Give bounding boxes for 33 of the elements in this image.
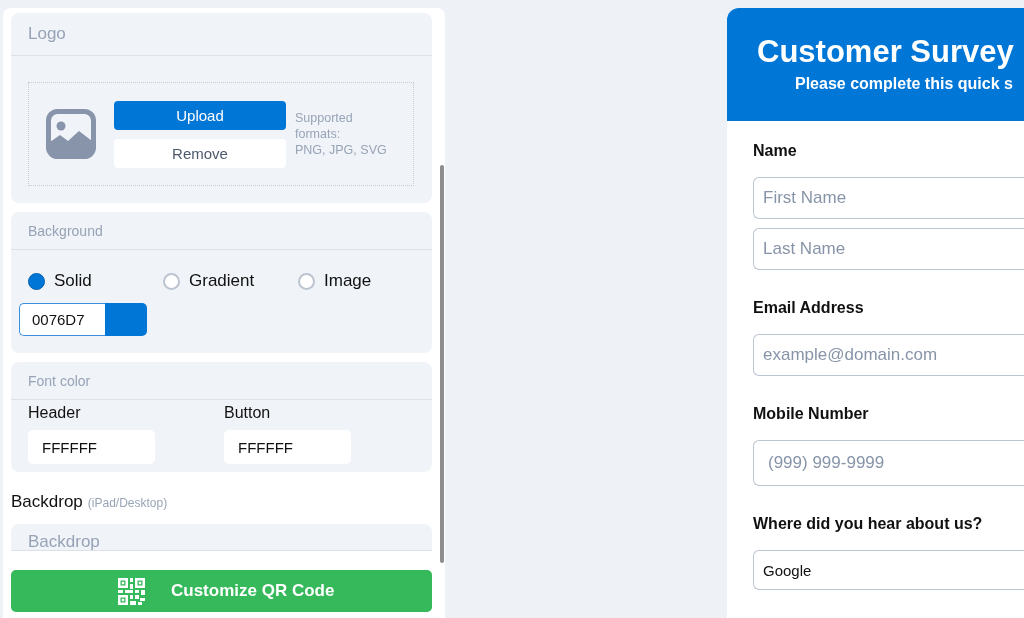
text-input[interactable]: First Name: [753, 177, 1024, 219]
section-title: Logo: [28, 24, 66, 44]
survey-subtitle: Please complete this quick s: [795, 74, 1014, 94]
section-title: Backdrop: [28, 533, 100, 550]
field-label: Button: [224, 404, 271, 422]
field-label: Email Address: [753, 298, 865, 318]
color-swatch-icon[interactable]: [105, 303, 147, 336]
hex-input[interactable]: FFFFFF: [28, 430, 155, 464]
qr-code-icon: [118, 577, 145, 605]
field-label: Header: [28, 404, 81, 422]
upload-area[interactable]: Upload Remove Supported formats: PNG, JPG, SVG: [28, 82, 414, 186]
image-icon: [46, 109, 96, 159]
radio-option[interactable]: Solid: [28, 271, 92, 291]
field-label: Mobile Number: [753, 404, 870, 424]
text-input[interactable]: Last Name: [753, 228, 1024, 270]
hex-input[interactable]: FFFFFF: [224, 430, 351, 464]
section-title: Font color: [28, 371, 91, 390]
survey-title: Customer Survey: [757, 34, 1015, 70]
heading-note: (iPad/Desktop): [87, 496, 168, 510]
formats-hint: Supported formats: PNG, JPG, SVG: [295, 110, 388, 158]
scrollbar-thumb[interactable]: [440, 165, 444, 563]
color-field[interactable]: 0076D7: [19, 303, 105, 336]
field-label: Where did you hear about us?: [753, 514, 984, 534]
text-input[interactable]: (999) 999-9999: [753, 440, 1024, 486]
logo-button[interactable]: Upload: [114, 100, 286, 130]
section-title: Background: [28, 221, 103, 240]
logo-button[interactable]: Remove: [114, 138, 286, 168]
select-field[interactable]: Google: [753, 550, 1024, 590]
radio-option[interactable]: Gradient: [163, 271, 255, 291]
text-input[interactable]: example@domain.com: [753, 334, 1024, 376]
field-label: Name: [753, 141, 798, 161]
section-heading: Backdrop: [11, 492, 83, 512]
radio-option[interactable]: Image: [298, 271, 372, 291]
